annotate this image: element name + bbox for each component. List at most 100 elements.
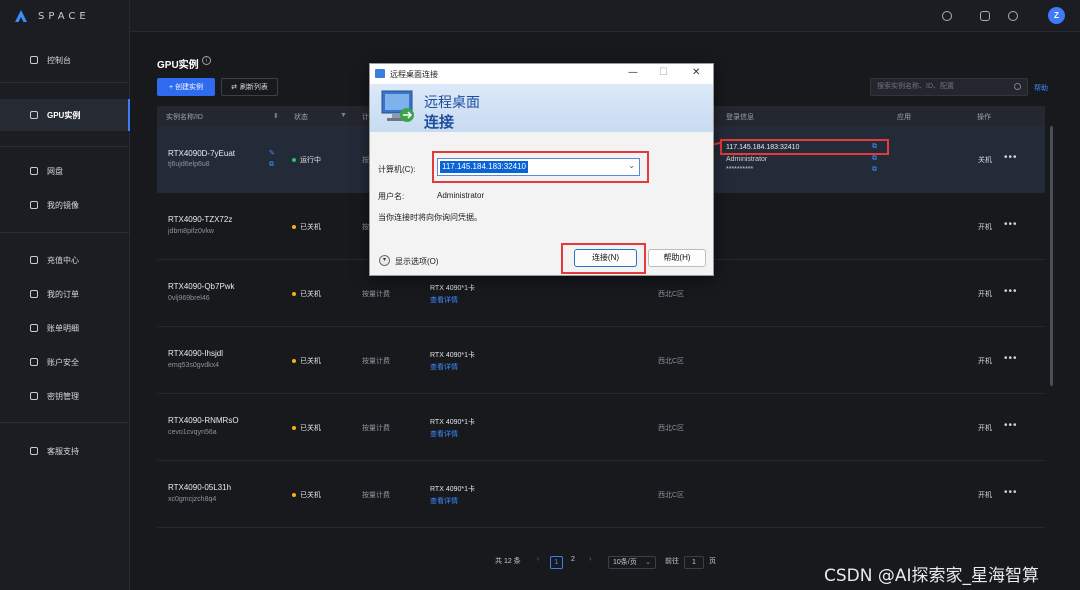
status-dot — [292, 158, 296, 162]
instance-id: jdbm8pifz0vkw — [168, 228, 214, 235]
chat-icon — [30, 447, 38, 455]
order-icon — [30, 290, 38, 298]
sidebar-item-recharge[interactable]: 充值中心 — [0, 250, 130, 270]
instance-id: emq53s0gvdkx4 — [168, 362, 219, 369]
page-size-select[interactable]: 10条/页 ⌄ — [608, 556, 656, 569]
table-row[interactable]: RTX4090-05L31h xc0gmcjzch8q4 已关机 按量计费 RT… — [157, 461, 1045, 528]
page-button[interactable]: 2 — [571, 556, 575, 563]
minimize-icon[interactable]: — — [628, 67, 638, 78]
banner-subtitle: 连接 — [424, 113, 455, 131]
col-name[interactable]: 实例名称/ID — [166, 112, 203, 122]
instance-id: tj6ujd6elp6u8 — [168, 161, 210, 168]
table-scrollbar[interactable] — [1050, 126, 1053, 386]
status-text: 运行中 — [300, 157, 321, 164]
goto-label: 前往 — [665, 558, 679, 565]
sidebar-item-label: GPU实例 — [47, 110, 81, 120]
status-badge: 已关机 — [292, 222, 321, 232]
sort-icon[interactable]: ⬍ — [273, 112, 279, 120]
power-on-button[interactable]: 开机 — [978, 423, 992, 433]
topbar: Z — [130, 0, 1080, 32]
power-on-button[interactable]: 开机 — [978, 490, 992, 500]
sidebar-item-my-images[interactable]: 我的镜像 — [0, 195, 130, 215]
copy-icon[interactable]: ⧉ — [872, 155, 877, 163]
gpu-spec: RTX 4090*1卡 — [430, 486, 476, 493]
power-on-button[interactable]: 开机 — [978, 356, 992, 366]
sidebar-item-console[interactable]: 控制台 — [0, 50, 130, 70]
create-instance-button[interactable]: + 创建实例 — [157, 78, 215, 96]
more-icon[interactable]: ••• — [1004, 286, 1018, 297]
col-status[interactable]: 状态 — [294, 112, 308, 122]
billing-type: 按量计费 — [362, 492, 390, 499]
sidebar: SPACE 控制台 GPU实例 网盘 我的镜像 充值中心 我的订单 账单明细 账… — [0, 0, 130, 590]
sidebar-item-support[interactable]: 客服支持 — [0, 441, 130, 461]
more-icon[interactable]: ••• — [1004, 420, 1018, 431]
next-page-icon[interactable]: › — [589, 556, 591, 563]
status-text: 已关机 — [300, 492, 321, 499]
brand-name: SPACE — [38, 10, 90, 22]
power-on-button[interactable]: 开机 — [978, 222, 992, 232]
sidebar-item-bills[interactable]: 账单明细 — [0, 318, 130, 338]
more-icon[interactable]: ••• — [1004, 487, 1018, 498]
page-size-value: 10条/页 — [613, 559, 637, 566]
login-user: Administrator — [726, 156, 768, 163]
dialog-titlebar[interactable]: 远程桌面连接 — ☐ ✕ — [370, 64, 713, 84]
shutdown-button[interactable]: 关机 — [978, 155, 992, 165]
info-icon[interactable]: i — [202, 56, 211, 65]
avatar[interactable]: Z — [1048, 7, 1065, 24]
help-link[interactable]: 帮助 — [1034, 83, 1048, 93]
create-instance-label: + 创建实例 — [168, 84, 204, 91]
status-badge: 已关机 — [292, 490, 321, 500]
status-text: 已关机 — [300, 358, 321, 365]
more-icon[interactable]: ••• — [1004, 152, 1018, 163]
gpu-spec: RTX 4090*1卡 — [430, 419, 476, 426]
help-button[interactable]: 帮助(H) — [648, 249, 706, 267]
page-button-current[interactable]: 1 — [550, 556, 563, 569]
refresh-list-button[interactable]: ⇄ 刷新列表 — [221, 78, 278, 96]
username-value: Administrator — [437, 191, 485, 200]
sidebar-item-keys[interactable]: 密钥管理 — [0, 386, 130, 406]
col-login: 登录信息 — [726, 114, 754, 121]
status-dot — [292, 292, 296, 296]
show-options-link[interactable]: 显示选项(O) — [395, 256, 439, 267]
sidebar-item-security[interactable]: 账户安全 — [0, 352, 130, 372]
remote-desktop-app-icon — [375, 69, 385, 78]
sidebar-item-label: 充值中心 — [47, 255, 79, 265]
copy-icon[interactable]: ⧉ — [269, 161, 274, 169]
table-row[interactable]: RTX4090-RNMRsO cevo1cvqyn56a 已关机 按量计费 RT… — [157, 394, 1045, 461]
settings-icon[interactable] — [942, 11, 952, 21]
table-row[interactable]: RTX4090-Ihsjdl emq53s0gvdkx4 已关机 按量计费 RT… — [157, 327, 1045, 394]
sidebar-item-netdisk[interactable]: 网盘 — [0, 161, 130, 181]
billing-type: 按量计费 — [362, 291, 390, 298]
view-details-link[interactable]: 查看详情 — [430, 362, 458, 372]
billing-type: 按量计费 — [362, 425, 390, 432]
brand-logo[interactable]: SPACE — [14, 9, 90, 23]
view-details-link[interactable]: 查看详情 — [430, 295, 458, 305]
message-icon[interactable] — [1008, 11, 1018, 21]
more-icon[interactable]: ••• — [1004, 219, 1018, 230]
sidebar-item-orders[interactable]: 我的订单 — [0, 284, 130, 304]
sidebar-divider — [0, 146, 129, 147]
view-details-link[interactable]: 查看详情 — [430, 429, 458, 439]
copy-icon[interactable]: ⧉ — [872, 166, 877, 174]
close-icon[interactable]: ✕ — [692, 67, 700, 78]
expand-options-icon[interactable]: ▾ — [379, 255, 390, 266]
view-details-link[interactable]: 查看详情 — [430, 496, 458, 506]
book-icon[interactable] — [980, 11, 990, 21]
sidebar-item-label: 控制台 — [47, 55, 71, 65]
region: 西北C区 — [658, 291, 685, 298]
edit-icon[interactable]: ✎ — [269, 149, 275, 157]
chevron-down-icon: ⌄ — [645, 559, 651, 566]
goto-page-input[interactable]: 1 — [684, 556, 704, 569]
status-dot — [292, 493, 296, 497]
gpu-spec: RTX 4090*1卡 — [430, 285, 476, 292]
gpu-spec: RTX 4090*1卡 — [430, 352, 476, 359]
search-icon[interactable] — [1014, 83, 1021, 90]
watermark: CSDN @AI探索家_星海智算 — [824, 566, 1040, 586]
prev-page-icon[interactable]: ‹ — [537, 556, 539, 563]
more-icon[interactable]: ••• — [1004, 353, 1018, 364]
filter-icon[interactable]: ▼ — [340, 112, 347, 119]
power-on-button[interactable]: 开机 — [978, 289, 992, 299]
search-input[interactable]: 搜索实例名称、ID、配置 — [870, 78, 1028, 96]
status-badge: 已关机 — [292, 423, 321, 433]
sidebar-item-gpu-instances[interactable]: GPU实例 — [0, 99, 130, 131]
